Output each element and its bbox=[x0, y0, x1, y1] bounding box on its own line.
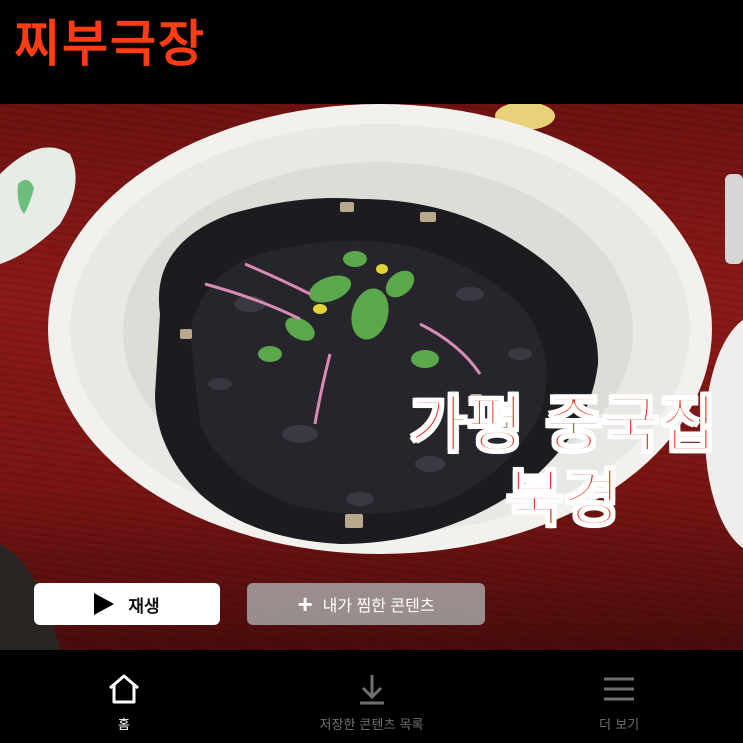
nav-item-home[interactable]: 홈 bbox=[0, 650, 248, 743]
play-button[interactable]: 재생 bbox=[34, 583, 220, 625]
app-header: 찌부극장 bbox=[0, 0, 743, 104]
bottom-navigation: 홈 저장한 콘텐츠 목록 더 보기 bbox=[0, 650, 743, 743]
nav-label-downloads: 저장한 콘텐츠 목록 bbox=[319, 718, 424, 733]
nav-item-more[interactable]: 더 보기 bbox=[495, 650, 743, 743]
hero-overlay-title: 가평 중국집 북경 bbox=[383, 387, 743, 536]
play-button-label: 재생 bbox=[128, 596, 160, 616]
nav-label-home: 홈 bbox=[117, 718, 130, 733]
nav-label-more: 더 보기 bbox=[599, 718, 640, 733]
hero-title-line1: 가평 중국집 bbox=[409, 387, 718, 462]
my-list-button[interactable]: + 내가 찜한 콘텐츠 bbox=[247, 583, 485, 625]
plus-icon: + bbox=[297, 589, 313, 619]
download-icon bbox=[357, 670, 387, 708]
home-icon bbox=[106, 670, 142, 708]
nav-item-downloads[interactable]: 저장한 콘텐츠 목록 bbox=[248, 650, 496, 743]
hero-banner[interactable]: 가평 중국집 북경 재생 + 내가 찜한 콘텐츠 bbox=[0, 104, 743, 650]
hero-image bbox=[0, 104, 743, 650]
app-logo[interactable]: 찌부극장 bbox=[14, 14, 206, 74]
play-icon bbox=[94, 593, 115, 615]
hero-title-line2: 북경 bbox=[505, 461, 621, 536]
menu-icon bbox=[602, 670, 636, 708]
my-list-button-label: 내가 찜한 콘텐츠 bbox=[322, 598, 435, 615]
